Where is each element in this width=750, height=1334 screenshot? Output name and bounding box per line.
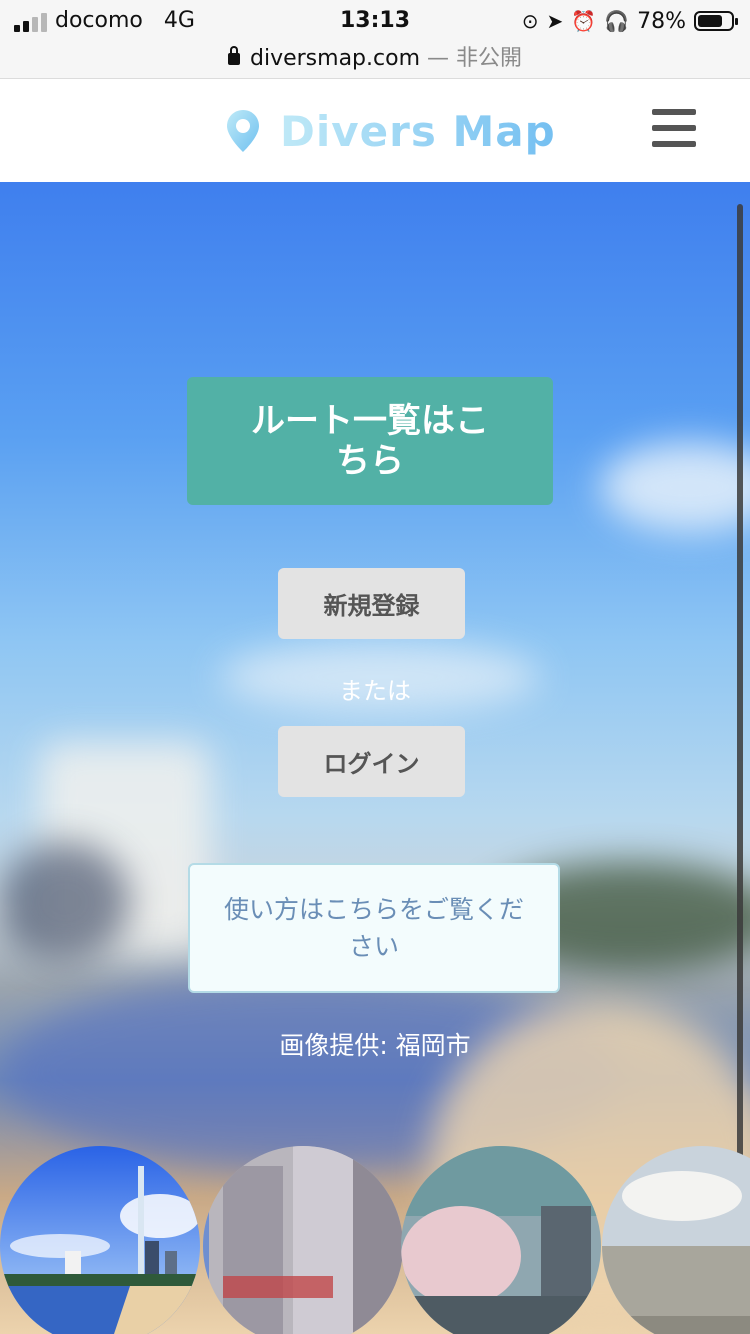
- battery-percent: 78%: [637, 8, 686, 34]
- image-credit: 画像提供: 福岡市: [279, 1031, 471, 1060]
- carousel-photo-cherry-blossom[interactable]: [401, 1146, 601, 1334]
- address-bar[interactable]: diversmap.com — 非公開: [0, 40, 750, 71]
- register-button[interactable]: 新規登録: [278, 568, 465, 639]
- alarm-icon: ⏰: [571, 9, 597, 33]
- location-arrow-icon: ➤: [546, 9, 564, 33]
- building-shape: [0, 842, 130, 962]
- headphones-icon: 🎧: [604, 9, 630, 33]
- or-text: または: [339, 677, 411, 705]
- city-photo-image: [0, 1146, 200, 1334]
- rotation-lock-icon: ⊙: [521, 9, 539, 33]
- lock-icon: [228, 46, 240, 65]
- map-pin-icon: [227, 110, 259, 152]
- carousel-photo-fukuoka-tower[interactable]: [0, 1146, 200, 1334]
- status-bar: docomo 4G 13:13 ⊙ ➤ ⏰ 🎧 78% diversmap.co…: [0, 0, 750, 79]
- battery-icon: [694, 11, 738, 31]
- arcade-photo-image: [203, 1146, 403, 1334]
- url-visibility: — 非公開: [420, 46, 522, 71]
- route-list-button[interactable]: ルート一覧はこちら: [187, 377, 553, 505]
- carousel-photo-shopping-arcade[interactable]: [203, 1146, 403, 1334]
- cloud-shape: [600, 442, 750, 532]
- site-logo[interactable]: Divers Map: [224, 101, 556, 161]
- site-header: Divers Map: [0, 79, 750, 182]
- cherry-blossom-photo-image: [401, 1146, 601, 1334]
- login-button[interactable]: ログイン: [278, 726, 465, 797]
- hero-section: ルート一覧はこちら 新規登録 または ログイン 使い方はこちらをご覧ください 画…: [0, 182, 750, 1334]
- scrollbar[interactable]: [737, 204, 743, 1234]
- url-text: diversmap.com: [250, 46, 420, 71]
- hamburger-menu-button[interactable]: [652, 109, 696, 147]
- logo-text: Divers Map: [280, 106, 556, 156]
- how-to-use-button[interactable]: 使い方はこちらをご覧ください: [188, 863, 560, 993]
